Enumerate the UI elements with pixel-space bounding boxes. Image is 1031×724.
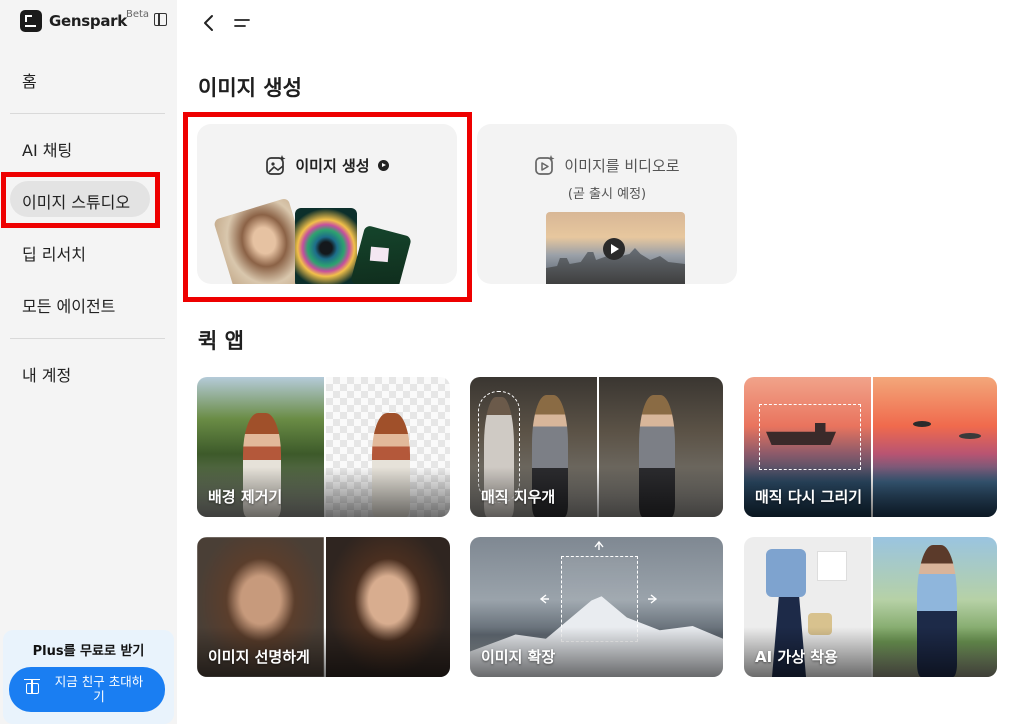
back-icon[interactable] xyxy=(201,14,215,32)
highlight-box xyxy=(1,172,160,228)
sidebar-item-deep-research[interactable]: 딥 리서치 xyxy=(22,241,86,265)
city-video-thumbnail xyxy=(546,212,685,284)
arrow-right-icon xyxy=(648,594,658,604)
sidebar-item-all-agents[interactable]: 모든 에이전트 xyxy=(22,293,115,317)
app-magic-redraw[interactable]: 매직 다시 그리기 xyxy=(744,377,997,517)
sidebar-divider xyxy=(10,113,165,114)
video-generate-icon xyxy=(535,155,555,175)
sidebar-toggle-icon[interactable] xyxy=(154,13,167,26)
sidebar: Genspark Beta 홈 AI 채팅 이미지 스튜디오 딥 리서치 모든 … xyxy=(0,0,177,724)
image-to-video-card[interactable]: 이미지를 비디오로 (곧 출시 예정) xyxy=(477,124,737,284)
highlight-box xyxy=(183,112,472,302)
app-label: 매직 지우개 xyxy=(481,488,556,506)
sidebar-item-home[interactable]: 홈 xyxy=(22,68,37,92)
app-background-remover[interactable]: 배경 제거기 xyxy=(197,377,450,517)
gift-icon xyxy=(24,679,40,694)
app-label: 이미지 선명하게 xyxy=(208,648,310,666)
card-title: 이미지를 비디오로 xyxy=(564,156,680,175)
promo-title: Plus를 무료로 받기 xyxy=(32,644,145,659)
plus-promo: Plus를 무료로 받기 지금 친구 초대하 기 xyxy=(3,630,174,724)
genspark-logo-icon xyxy=(20,10,42,32)
app-image-sharpen[interactable]: 이미지 선명하게 xyxy=(197,537,450,677)
app-ai-virtual-tryon[interactable]: AI 가상 착용 xyxy=(744,537,997,677)
invite-friends-button[interactable]: 지금 친구 초대하 기 xyxy=(9,667,165,712)
app-label: AI 가상 착용 xyxy=(755,648,838,666)
app-label: 매직 다시 그리기 xyxy=(755,488,863,506)
app-label: 배경 제거기 xyxy=(208,488,283,506)
section-title-quick-apps: 퀵 앱 xyxy=(198,329,244,353)
beta-badge: Beta xyxy=(126,9,150,20)
brand-name: Genspark xyxy=(49,12,127,30)
app-magic-eraser[interactable]: 매직 지우개 xyxy=(470,377,723,517)
invite-button-label: 지금 친구 초대하 기 xyxy=(54,674,144,704)
sidebar-item-my-account[interactable]: 내 계정 xyxy=(22,362,71,386)
sidebar-divider xyxy=(10,338,165,339)
sidebar-item-ai-chat[interactable]: AI 채팅 xyxy=(22,137,72,161)
play-icon[interactable] xyxy=(603,238,625,260)
app-label: 이미지 확장 xyxy=(481,648,556,666)
card-subtitle: (곧 출시 예정) xyxy=(567,187,647,202)
card-header: 이미지를 비디오로 xyxy=(477,154,737,176)
menu-icon[interactable] xyxy=(233,16,251,30)
section-title-image: 이미지 생성 xyxy=(198,76,302,100)
arrow-up-icon xyxy=(594,540,604,550)
app-image-expand[interactable]: 이미지 확장 xyxy=(470,537,723,677)
brand[interactable]: Genspark xyxy=(20,9,127,33)
arrow-left-icon xyxy=(539,594,549,604)
